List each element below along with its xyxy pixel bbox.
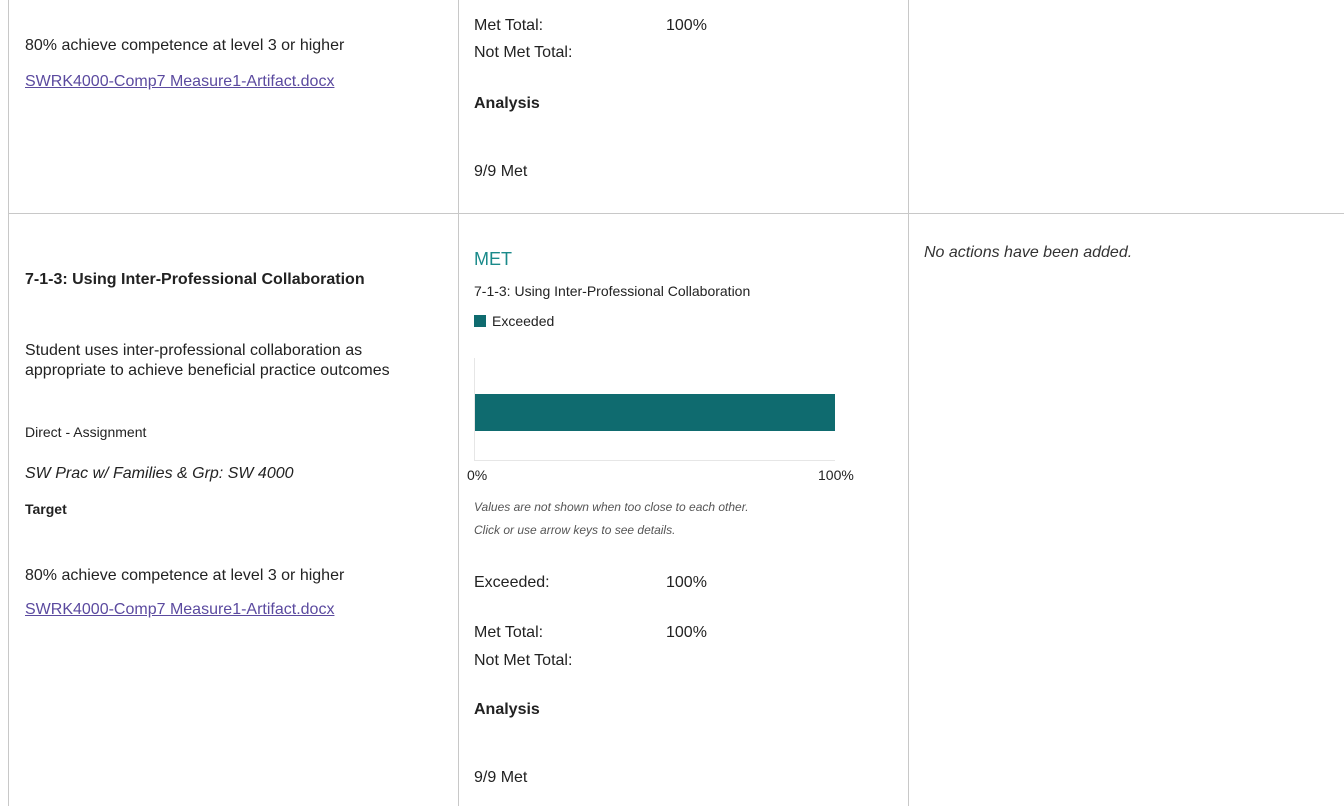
x-axis-min-label: 0% — [467, 467, 488, 483]
target-heading: Target — [25, 501, 67, 517]
legend-swatch-exceeded — [474, 315, 486, 327]
chart-legend[interactable]: Exceeded — [474, 312, 554, 330]
analysis-heading: Analysis — [474, 95, 540, 112]
not-met-total-label: Not Met Total: — [474, 44, 573, 61]
artifact-link[interactable]: SWRK4000-Comp7 Measure1-Artifact.docx — [25, 600, 334, 620]
not-met-total-label: Not Met Total: — [474, 652, 573, 669]
outcome-description: Student uses inter-professional collabor… — [25, 342, 390, 379]
met-total-value: 100% — [666, 624, 707, 641]
analysis-value: 9/9 Met — [474, 163, 528, 180]
table-border-left — [8, 0, 9, 806]
chart-instruction: Click or use arrow keys to see details. — [474, 523, 676, 537]
table-border-col2 — [458, 0, 459, 806]
met-total-value: 100% — [666, 17, 707, 34]
target-text: 80% achieve competence at level 3 or hig… — [25, 37, 345, 54]
table-border-col3 — [908, 0, 909, 806]
met-total-label: Met Total: — [474, 17, 544, 34]
results-bar-chart[interactable] — [474, 358, 835, 461]
legend-label-exceeded: Exceeded — [492, 313, 555, 329]
outcome-title: 7-1-3: Using Inter-Professional Collabor… — [25, 271, 365, 288]
x-axis-max-label: 100% — [818, 467, 854, 483]
exceeded-value: 100% — [666, 574, 707, 591]
target-text: 80% achieve competence at level 3 or hig… — [25, 567, 345, 584]
assessment-report-table: 80% achieve competence at level 3 or hig… — [0, 0, 1344, 806]
bar-exceeded[interactable] — [475, 394, 835, 431]
chart-note: Values are not shown when too close to e… — [474, 500, 749, 514]
status-met-label: MET — [474, 249, 512, 269]
no-actions-message: No actions have been added. — [924, 244, 1133, 261]
measure-type: Direct - Assignment — [25, 424, 147, 440]
analysis-heading: Analysis — [474, 701, 540, 718]
row-divider — [8, 213, 1344, 214]
results-chart-title: 7-1-3: Using Inter-Professional Collabor… — [474, 283, 751, 299]
met-total-label: Met Total: — [474, 624, 544, 641]
exceeded-label: Exceeded: — [474, 574, 550, 591]
artifact-link[interactable]: SWRK4000-Comp7 Measure1-Artifact.docx — [25, 72, 334, 92]
course-name: SW Prac w/ Families & Grp: SW 4000 — [25, 465, 294, 482]
analysis-value: 9/9 Met — [474, 769, 528, 786]
